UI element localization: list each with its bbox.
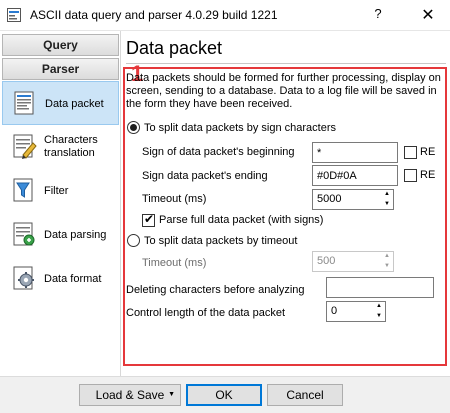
begin-sign-label: Sign of data packet's beginning <box>142 146 295 158</box>
delete-chars-input[interactable] <box>326 277 434 298</box>
filter-icon <box>13 178 33 202</box>
title-bar: ASCII data query and parser 4.0.29 build… <box>0 0 450 31</box>
split-by-timeout-radio[interactable]: To split data packets by timeout <box>127 234 297 247</box>
timeout-label: Timeout (ms) <box>142 257 207 269</box>
description-text: Data packets should be formed for furthe… <box>126 72 441 110</box>
sidebar-item-data-format[interactable]: Data format <box>2 257 119 301</box>
load-save-label: Load & Save <box>95 388 165 402</box>
spin-down-icon[interactable]: ▼ <box>381 200 393 209</box>
split-by-sign-label: To split data packets by sign characters <box>144 121 336 134</box>
spin-buttons: ▲ ▼ <box>373 302 385 321</box>
spin-down-icon[interactable]: ▼ <box>373 312 385 321</box>
sidebar-item-label: Data packet <box>45 97 104 110</box>
check-icon: ✔ <box>144 212 155 226</box>
begin-re-checkbox[interactable] <box>404 146 417 159</box>
help-button[interactable]: ? <box>370 6 386 24</box>
sidebar-item-characters-translation[interactable]: Characters translation <box>2 125 119 169</box>
control-length-label: Control length of the data packet <box>126 307 285 319</box>
close-button[interactable]: ✕ <box>418 5 438 25</box>
parse-full-label: Parse full data packet (with signs) <box>159 214 324 226</box>
spin-up-icon[interactable]: ▲ <box>381 190 393 199</box>
end-sign-input[interactable] <box>312 165 398 186</box>
sidebar-header-query[interactable]: Query <box>2 34 119 56</box>
window-title: ASCII data query and parser 4.0.29 build… <box>30 8 278 22</box>
data-parsing-icon <box>13 222 35 246</box>
sign-timeout-stepper[interactable]: 5000 ▲ ▼ <box>312 189 394 210</box>
control-length-stepper[interactable]: 0 ▲ ▼ <box>326 301 386 322</box>
sidebar-header-parser[interactable]: Parser <box>2 58 119 80</box>
end-sign-label: Sign data packet's ending <box>142 170 268 182</box>
page-title: Data packet <box>126 38 223 58</box>
spin-up-icon[interactable]: ▲ <box>373 302 385 311</box>
timeout-stepper[interactable]: 500 ▲ ▼ <box>312 251 394 272</box>
split-by-timeout-label: To split data packets by timeout <box>144 234 298 247</box>
sidebar-item-label: Data format <box>44 272 102 285</box>
load-save-button[interactable]: Load & Save ▼ <box>79 384 181 406</box>
radio-indicator[interactable] <box>127 121 140 134</box>
radio-indicator[interactable] <box>127 234 140 247</box>
sidebar-item-data-parsing[interactable]: Data parsing <box>2 213 119 257</box>
dropdown-arrow-icon: ▼ <box>168 391 175 398</box>
dialog-footer: Load & Save ▼ OK Cancel <box>0 376 450 413</box>
cancel-button[interactable]: Cancel <box>267 384 343 406</box>
title-divider <box>126 63 446 64</box>
sidebar-item-data-packet[interactable]: Data packet <box>2 81 119 125</box>
split-by-sign-radio[interactable]: To split data packets by sign characters <box>127 121 336 134</box>
delete-chars-label: Deleting characters before analyzing <box>126 284 305 296</box>
end-re-label: RE <box>420 169 436 181</box>
characters-translation-icon <box>13 134 37 159</box>
sidebar-item-filter[interactable]: Filter <box>2 169 119 213</box>
sidebar: Query Parser Data packet Characters tran… <box>0 31 121 376</box>
sidebar-item-label: Characters translation <box>44 134 98 159</box>
spin-up-icon[interactable]: ▲ <box>381 252 393 261</box>
end-re-checkbox[interactable] <box>404 169 417 182</box>
spin-down-icon[interactable]: ▼ <box>381 262 393 271</box>
spin-buttons: ▲ ▼ <box>381 252 393 271</box>
sign-timeout-label: Timeout (ms) <box>142 193 207 205</box>
begin-re-label: RE <box>420 146 436 158</box>
ok-button[interactable]: OK <box>186 384 262 406</box>
data-packet-icon <box>14 91 34 115</box>
sidebar-item-label: Data parsing <box>44 228 107 241</box>
app-icon <box>7 8 21 22</box>
parse-full-checkbox[interactable]: ✔ <box>142 212 155 227</box>
spin-buttons: ▲ ▼ <box>381 190 393 209</box>
data-format-icon <box>13 266 34 290</box>
begin-sign-input[interactable] <box>312 142 398 163</box>
close-icon: ✕ <box>421 7 435 24</box>
sidebar-item-label: Filter <box>44 184 69 197</box>
